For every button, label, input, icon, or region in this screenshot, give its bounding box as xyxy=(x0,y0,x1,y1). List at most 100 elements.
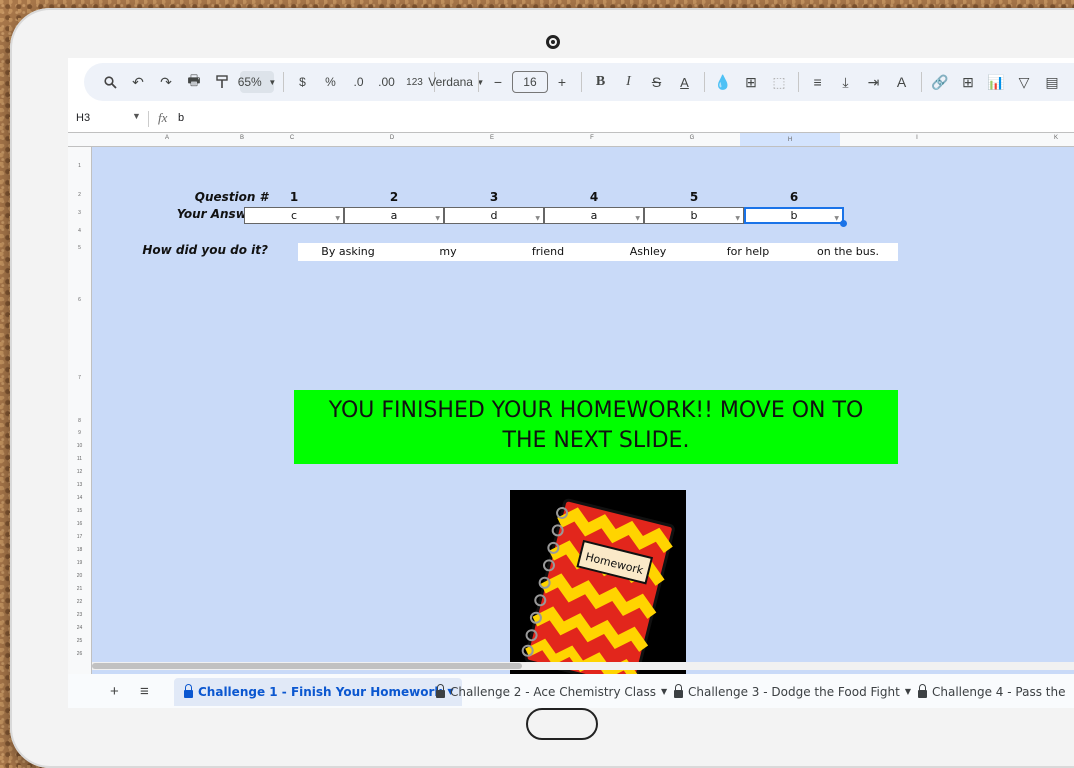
row-header[interactable]: 15 xyxy=(68,508,91,514)
how-cell[interactable]: on the bus. xyxy=(798,243,898,261)
row-header[interactable]: 8 xyxy=(68,418,91,424)
row-header[interactable]: 1 xyxy=(68,163,91,169)
row-header[interactable]: 18 xyxy=(68,547,91,553)
how-cell[interactable]: By asking xyxy=(298,243,398,261)
chevron-down-icon[interactable]: ▼ xyxy=(132,111,141,121)
vertical-align-icon[interactable]: ⤓ xyxy=(832,70,860,94)
percent-format-button[interactable]: % xyxy=(317,70,345,94)
search-icon[interactable] xyxy=(96,70,124,94)
borders-icon[interactable]: ⊞ xyxy=(737,70,765,94)
decrease-font-size-button[interactable]: − xyxy=(484,70,512,94)
undo-icon[interactable]: ↶ xyxy=(124,70,152,94)
row-header[interactable]: 12 xyxy=(68,469,91,475)
row-header[interactable]: 19 xyxy=(68,560,91,566)
row-header[interactable]: 10 xyxy=(68,443,91,449)
strikethrough-icon[interactable]: S xyxy=(643,70,671,94)
font-select[interactable]: Verdana ▼ xyxy=(428,70,484,94)
column-header[interactable]: E xyxy=(442,135,542,141)
row-header[interactable]: 26 xyxy=(68,651,91,657)
scrollbar-thumb[interactable] xyxy=(92,663,522,669)
divider xyxy=(703,72,705,92)
horizontal-scrollbar[interactable] xyxy=(92,662,1074,670)
bold-button[interactable]: B xyxy=(587,70,615,94)
tab-challenge-1[interactable]: Challenge 1 - Finish Your Homework ▼ xyxy=(174,678,462,706)
fill-color-icon[interactable]: 💧 xyxy=(709,70,737,94)
row-header[interactable]: 17 xyxy=(68,534,91,540)
text-color-icon[interactable]: A xyxy=(671,70,699,94)
italic-button[interactable]: I xyxy=(615,70,643,94)
row-header[interactable]: 22 xyxy=(68,599,91,605)
link-icon[interactable]: 🔗 xyxy=(926,70,954,94)
tab-challenge-2[interactable]: Challenge 2 - Ace Chemistry Class ▼ xyxy=(426,678,675,706)
banner-line: YOU FINISHED YOUR HOMEWORK!! MOVE ON TO xyxy=(328,398,864,423)
toolbar: ↶ ↷ 🖶 65% ▼ $ % .0 .00 123 Verdana ▼ − 1… xyxy=(84,63,1074,101)
how-cell[interactable]: for help xyxy=(698,243,798,261)
how-cell[interactable]: friend xyxy=(498,243,598,261)
row-header[interactable]: 5 xyxy=(68,245,91,251)
row-header[interactable]: 25 xyxy=(68,638,91,644)
chevron-down-icon: ▼ xyxy=(535,215,540,222)
filter-icon[interactable]: ▽ xyxy=(1010,70,1038,94)
increase-font-size-button[interactable]: + xyxy=(548,70,576,94)
add-sheet-icon[interactable]: + xyxy=(110,683,119,700)
formula-bar: H3 ▼ fx b xyxy=(68,108,1074,130)
how-cell[interactable]: my xyxy=(398,243,498,261)
row-header[interactable]: 23 xyxy=(68,612,91,618)
answer-dropdown[interactable]: a ▼ xyxy=(544,207,644,224)
answer-value: d xyxy=(490,209,498,222)
row-header[interactable]: 7 xyxy=(68,375,91,381)
paint-format-icon[interactable] xyxy=(208,70,236,94)
functions-icon[interactable]: Σ xyxy=(1066,70,1074,94)
question-number: 6 xyxy=(789,190,799,204)
row-header[interactable]: 3 xyxy=(68,210,91,216)
filter-views-icon[interactable]: ▤ xyxy=(1038,70,1066,94)
name-box[interactable]: H3 xyxy=(76,112,90,124)
row-header[interactable]: 16 xyxy=(68,521,91,527)
text-wrap-icon[interactable]: ⇥ xyxy=(860,70,888,94)
chevron-down-icon: ▼ xyxy=(735,215,740,222)
column-header[interactable]: I xyxy=(842,135,992,141)
row-header[interactable]: 13 xyxy=(68,482,91,488)
comment-icon[interactable]: ⊞ xyxy=(954,70,982,94)
row-header[interactable]: 11 xyxy=(68,456,91,462)
chart-icon[interactable]: 📊 xyxy=(982,70,1010,94)
increase-decimals-button[interactable]: .00 xyxy=(373,70,401,94)
number-format-button[interactable]: 123 xyxy=(401,70,429,94)
row-header[interactable]: 20 xyxy=(68,573,91,579)
column-header[interactable]: A xyxy=(92,135,242,141)
how-cell[interactable]: Ashley xyxy=(598,243,698,261)
column-header[interactable]: D xyxy=(342,135,442,141)
column-header[interactable]: F xyxy=(542,135,642,141)
column-header[interactable]: G xyxy=(642,135,742,141)
redo-icon[interactable]: ↷ xyxy=(152,70,180,94)
row-header[interactable]: 4 xyxy=(68,228,91,234)
row-header[interactable]: 24 xyxy=(68,625,91,631)
answer-dropdown[interactable]: d ▼ xyxy=(444,207,544,224)
answer-dropdown[interactable]: b ▼ xyxy=(644,207,744,224)
currency-format-button[interactable]: $ xyxy=(289,70,317,94)
all-sheets-menu-icon[interactable]: ≡ xyxy=(140,683,149,700)
answer-dropdown[interactable]: a ▼ xyxy=(344,207,444,224)
print-icon[interactable]: 🖶 xyxy=(180,70,208,94)
tab-challenge-3[interactable]: Challenge 3 - Dodge the Food Fight ▼ xyxy=(664,678,919,706)
column-header[interactable]: K xyxy=(1026,135,1074,141)
row-header[interactable]: 9 xyxy=(68,430,91,436)
row-header[interactable]: 6 xyxy=(68,297,91,303)
chevron-down-icon: ▼ xyxy=(268,77,277,87)
home-button[interactable] xyxy=(526,708,598,740)
row-header[interactable]: 14 xyxy=(68,495,91,501)
column-header[interactable]: H xyxy=(740,133,840,146)
row-header[interactable]: 2 xyxy=(68,192,91,198)
answer-dropdown[interactable]: c ▼ xyxy=(244,207,344,224)
merge-cells-icon[interactable]: ⬚ xyxy=(765,70,793,94)
tab-challenge-4[interactable]: Challenge 4 - Pass the xyxy=(908,678,1073,706)
decrease-decimals-button[interactable]: .0 xyxy=(345,70,373,94)
horizontal-align-icon[interactable]: ≡ xyxy=(804,70,832,94)
text-rotation-icon[interactable]: A xyxy=(888,70,916,94)
column-header[interactable]: C xyxy=(242,135,342,141)
formula-input[interactable]: b xyxy=(178,112,184,124)
zoom-select[interactable]: 65% ▼ xyxy=(238,71,277,93)
font-size-input[interactable]: 16 xyxy=(511,71,548,93)
row-header[interactable]: 21 xyxy=(68,586,91,592)
answer-dropdown-selected[interactable]: b ▼ xyxy=(744,207,847,227)
